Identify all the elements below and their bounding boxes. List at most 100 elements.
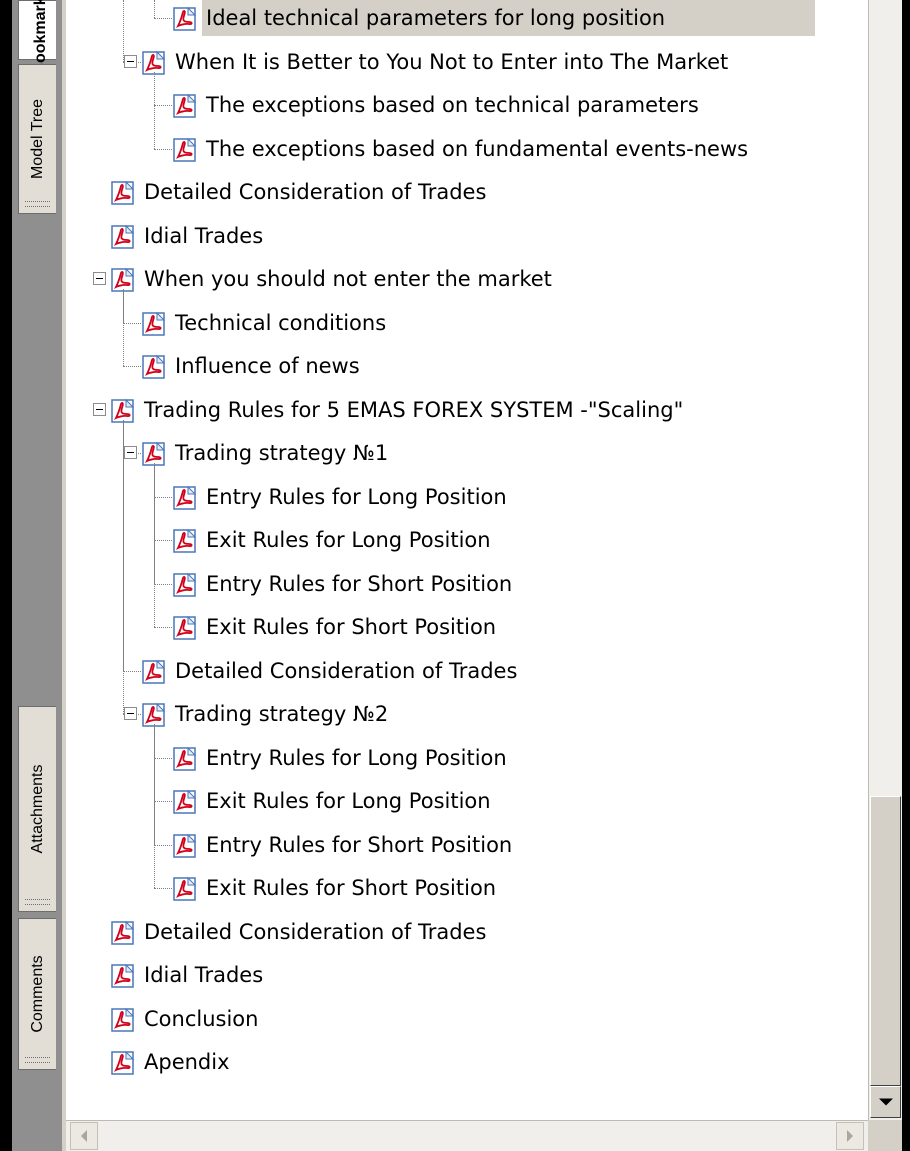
bookmark-label: Detailed Consideration of Trades bbox=[144, 180, 487, 204]
collapse-icon[interactable] bbox=[124, 54, 137, 68]
pdf-bookmark-icon bbox=[172, 746, 198, 772]
bookmark-label: Idial Trades bbox=[144, 963, 264, 987]
bookmark-item[interactable]: Detailed Consideration of Trades bbox=[110, 914, 490, 950]
tree-connector bbox=[154, 496, 172, 498]
tree-connector bbox=[154, 463, 155, 627]
pdf-bookmark-icon bbox=[110, 1007, 136, 1033]
bookmark-item[interactable]: Exit Rules for Short Position bbox=[172, 609, 500, 645]
pdf-bookmark-icon bbox=[172, 789, 198, 815]
bookmark-label: When you should not enter the market bbox=[144, 267, 552, 291]
bookmark-label: Exit Rules for Long Position bbox=[206, 528, 491, 552]
bookmark-label: Entry Rules for Long Position bbox=[206, 484, 507, 509]
tab-comments-label: Comments bbox=[28, 955, 46, 1033]
tab-comments[interactable]: Comments bbox=[18, 918, 56, 1070]
bookmark-label: Technical conditions bbox=[175, 310, 387, 335]
bookmark-item[interactable]: Technical conditions bbox=[141, 305, 390, 341]
bookmark-label: Detailed Consideration of Trades bbox=[144, 919, 487, 944]
pdf-bookmark-icon bbox=[172, 93, 198, 119]
tree-connector bbox=[154, 148, 172, 150]
collapse-icon[interactable] bbox=[93, 402, 106, 416]
bookmark-item[interactable]: Exit Rules for Long Position bbox=[172, 783, 495, 819]
scroll-right-button[interactable] bbox=[836, 1122, 864, 1150]
tree-connector bbox=[123, 0, 124, 62]
pdf-bookmark-icon bbox=[172, 137, 198, 163]
pdf-bookmark-icon bbox=[110, 1050, 136, 1076]
tab-grip bbox=[25, 1057, 50, 1063]
tab-bookmarks[interactable]: Bookmarks bbox=[18, 0, 56, 75]
bookmark-item[interactable]: Ideal technical parameters for long posi… bbox=[172, 0, 816, 36]
bookmark-folder[interactable]: Trading Rules for 5 EMAS FOREX SYSTEM -"… bbox=[110, 392, 687, 428]
pdf-bookmark-icon bbox=[141, 659, 167, 685]
bookmark-folder[interactable]: When you should not enter the market bbox=[110, 261, 556, 297]
pdf-bookmark-icon bbox=[110, 963, 136, 989]
bookmark-item[interactable]: Idial Trades bbox=[110, 957, 267, 993]
pdf-bookmark-icon bbox=[110, 920, 136, 946]
tab-attachments[interactable]: Attachments bbox=[18, 706, 56, 912]
scroll-left-button[interactable] bbox=[70, 1122, 98, 1150]
tree-connector bbox=[154, 0, 155, 18]
pdf-bookmark-icon bbox=[110, 180, 136, 206]
bookmark-item[interactable]: Exit Rules for Long Position bbox=[172, 522, 495, 558]
bookmarks-panel: Bookmarks Model Tree Attachments Comment… bbox=[0, 0, 910, 1151]
tree-connector bbox=[154, 724, 155, 888]
arrow-left-icon bbox=[81, 1130, 87, 1142]
bookmark-item[interactable]: The exceptions based on technical parame… bbox=[172, 87, 703, 123]
scroll-down-button[interactable] bbox=[870, 1086, 901, 1118]
collapse-icon[interactable] bbox=[124, 707, 137, 720]
collapse-icon[interactable] bbox=[124, 446, 137, 459]
bookmark-item[interactable]: Entry Rules for Long Position bbox=[172, 740, 511, 776]
tree-connector bbox=[154, 627, 172, 628]
tree-connector bbox=[123, 670, 141, 672]
bookmark-label: Detailed Consideration of Trades bbox=[175, 658, 518, 683]
panel-border-right bbox=[902, 0, 910, 1151]
bookmark-item[interactable]: Detailed Consideration of Trades bbox=[141, 653, 521, 689]
bookmark-label: Apendix bbox=[144, 1050, 230, 1074]
vertical-scrollbar[interactable] bbox=[868, 0, 902, 1120]
bookmark-label: Ideal technical parameters for long posi… bbox=[202, 0, 816, 36]
bookmark-label: Idial Trades bbox=[144, 223, 264, 248]
bookmark-label: Entry Rules for Long Position bbox=[206, 745, 507, 770]
bookmark-item[interactable]: Detailed Consideration of Trades bbox=[110, 174, 490, 210]
tree-connector bbox=[123, 366, 141, 367]
tree-connector bbox=[154, 105, 172, 106]
tree-connector bbox=[154, 801, 172, 802]
bookmark-label: Trading Rules for 5 EMAS FOREX SYSTEM -"… bbox=[144, 397, 684, 422]
tree-connector bbox=[154, 757, 172, 759]
tree-connector bbox=[154, 18, 172, 19]
collapse-icon[interactable] bbox=[93, 272, 106, 285]
tab-model-tree[interactable]: Model Tree bbox=[18, 64, 56, 214]
bookmark-item[interactable]: Idial Trades bbox=[110, 218, 267, 254]
bookmark-item[interactable]: Entry Rules for Short Position bbox=[172, 566, 516, 602]
tab-model-tree-label: Model Tree bbox=[28, 98, 46, 180]
navigation-tab-strip: Bookmarks Model Tree Attachments Comment… bbox=[12, 0, 62, 1151]
bookmark-folder[interactable]: Trading strategy №2 bbox=[141, 696, 392, 732]
pdf-bookmark-icon bbox=[172, 572, 198, 598]
bookmark-item[interactable]: Exit Rules for Short Position bbox=[172, 870, 500, 906]
bookmark-item[interactable]: Entry Rules for Long Position bbox=[172, 479, 511, 515]
tree-connector bbox=[154, 888, 172, 889]
bookmark-folder[interactable]: When It is Better to You Not to Enter in… bbox=[141, 44, 732, 80]
bookmark-item[interactable]: Entry Rules for Short Position bbox=[172, 827, 516, 863]
bookmark-tree: Ideal technical parameters for long posi… bbox=[66, 0, 868, 1120]
bookmark-folder[interactable]: Trading strategy №1 bbox=[141, 435, 392, 471]
scrollbar-corner bbox=[868, 1120, 902, 1151]
bookmark-item[interactable]: Conclusion bbox=[110, 1001, 262, 1037]
pdf-bookmark-icon bbox=[172, 833, 198, 859]
bookmark-item[interactable]: The exceptions based on fundamental even… bbox=[172, 131, 752, 167]
tree-connector bbox=[123, 289, 124, 366]
panel-border-left bbox=[0, 0, 12, 1151]
tab-grip bbox=[25, 201, 50, 207]
bookmark-item[interactable]: Apendix bbox=[110, 1044, 234, 1080]
tree-connector bbox=[123, 419, 124, 714]
pdf-bookmark-icon bbox=[141, 311, 167, 337]
tree-connector bbox=[154, 844, 172, 846]
pdf-bookmark-icon bbox=[110, 224, 136, 250]
bookmark-label: Exit Rules for Short Position bbox=[206, 615, 497, 639]
vertical-scroll-thumb[interactable] bbox=[870, 796, 901, 1086]
bookmark-item[interactable]: Influence of news bbox=[141, 348, 364, 384]
bookmark-label: Entry Rules for Short Position bbox=[206, 571, 513, 596]
bookmark-label: The exceptions based on fundamental even… bbox=[206, 136, 749, 161]
horizontal-scrollbar[interactable] bbox=[66, 1120, 868, 1151]
bookmark-label: When It is Better to You Not to Enter in… bbox=[175, 49, 729, 74]
pdf-bookmark-icon bbox=[172, 485, 198, 511]
